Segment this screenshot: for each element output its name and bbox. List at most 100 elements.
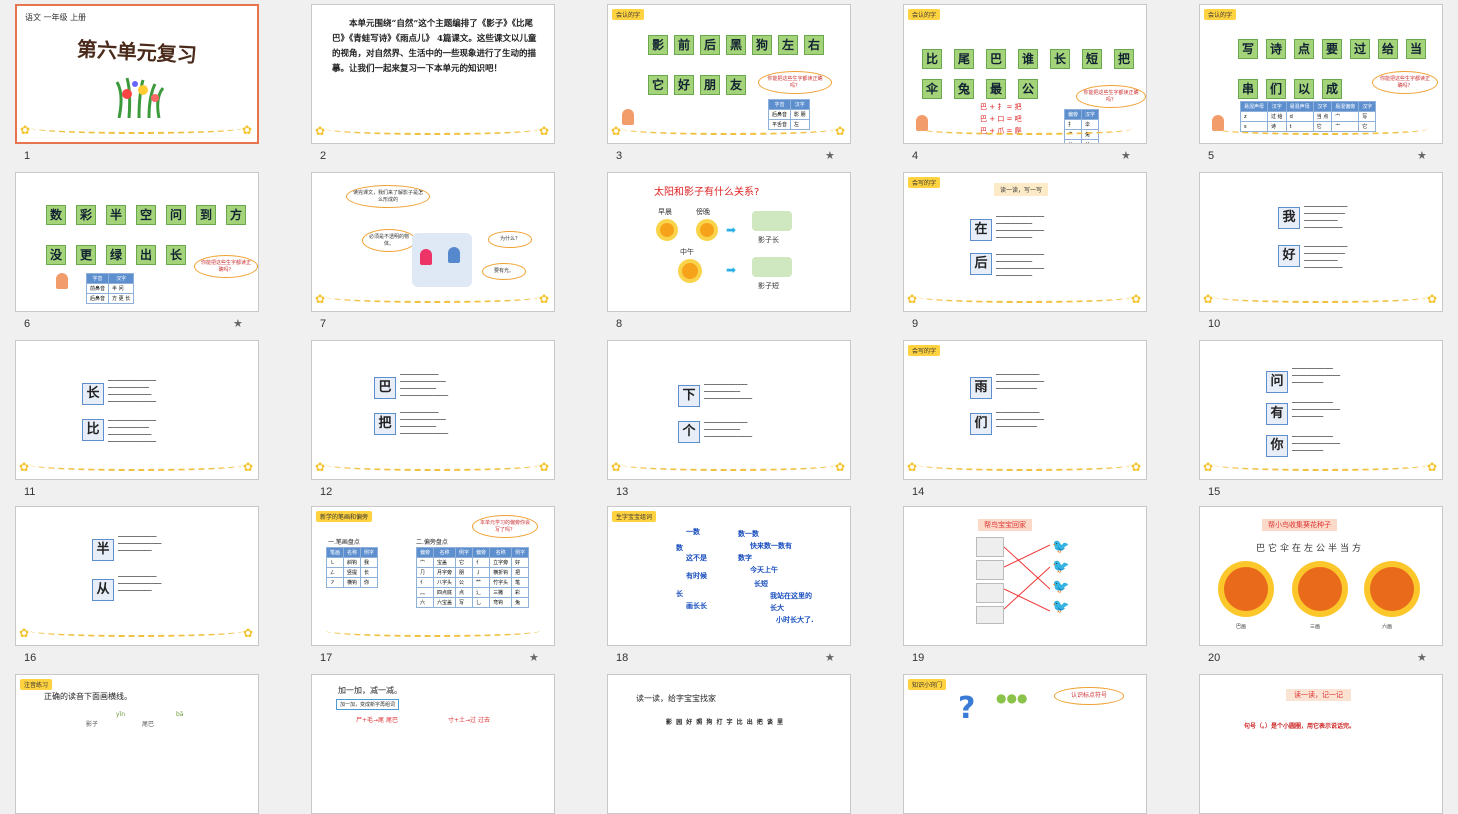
slide-thumbnail-23[interactable]: 读一读，给字宝宝找家 影 园 好 照 狗 打 字 比 出 把 谈 里 [607, 674, 851, 814]
wave-decoration [30, 459, 244, 471]
animation-star-icon[interactable]: ★ [1417, 149, 1427, 162]
slide-thumbnail-6[interactable]: 数 彩 半 空 问 到 方 没 更 绿 出 长 字音 汉字 前鼻音半 问 后鼻音方… [15, 172, 259, 312]
match-left [976, 537, 1004, 624]
slide-thumbnail-24[interactable]: 知识小窍门 ? ●●● 认识标点符号 [903, 674, 1147, 814]
sun-icon [682, 263, 698, 279]
slide-number: 8 [616, 318, 623, 330]
arrow-right-icon: ➡ [726, 223, 737, 237]
slide-thumbnail-9[interactable]: 会写的字 读一读，写一写 在 后 ━━━━━━━━━━━━━━━━━━━━ ━━━… [903, 172, 1147, 312]
slide-thumbnail-18[interactable]: 生字宝宝组词 一数 数一数 快来数一数有 数 数字 这不是 今天上午 有时候 长… [607, 506, 851, 646]
char-tile: 好 [674, 75, 694, 95]
char-notes: ━━━━━━━━━━━━━━━━━━━━━━━━━━━━━━━━━━━━━━━━… [118, 534, 162, 553]
slide-text: 句号（。）是个小圆圈，用它表示说话完。 [1244, 723, 1356, 730]
flower-icon [1203, 460, 1215, 474]
char-notes: ━━━━━━━━━━━━━━━━━━━━━━━━━━━━━━━━━━━━━━━━… [1304, 204, 1348, 230]
slide-thumbnail-7[interactable]: 读完课文，我们来了解影子是怎么形成的 必须是不透明的物体。 为什么？ 要有光。 [311, 172, 555, 312]
pronunciation-table: 字音 汉字 前鼻音半 问 后鼻音方 更 长 [85, 273, 135, 304]
char-tile: 短 [1082, 49, 1102, 69]
char-box: 巴 [374, 377, 396, 399]
slide-thumbnail-11[interactable]: 长 比 ━━━━━━━━━━━━━━━━━━━━ ━━━━━━━━━━━━━━━━… [15, 340, 259, 480]
slide-thumbnail-10[interactable]: 我 好 ━━━━━━━━━━━━━━━━━━ ━━━━━━━━━━━━━━━━━ ━… [1199, 172, 1443, 312]
wave-decoration [326, 291, 540, 303]
sun-icon [700, 223, 714, 237]
slide-text: 正确的读音下面画横线。 [44, 692, 132, 701]
slide-thumbnail-20[interactable]: 帮小鸟收集葵花种子 巴它伞在左公半当方 巴画 三画 六画 [1199, 506, 1443, 646]
char-tile: 给 [1378, 39, 1398, 59]
phrase: 快来数一数有 [750, 542, 792, 550]
wave-decoration [31, 122, 243, 134]
formula: 巴 + 扌 = 把 [980, 103, 1022, 111]
char-tile: 方 [226, 205, 246, 225]
char-tiles-row1: 数 彩 半 空 问 到 方 [46, 205, 246, 225]
slide-tag: 会认的字 [1204, 9, 1237, 20]
slide-cell: 半 从 ━━━━━━━━━━━━━━━━ ━━━━━━━━━━━━━━━━━━ ━━… [0, 502, 296, 670]
child-reading-icon [56, 273, 68, 289]
slide-thumbnail-21[interactable]: 注音练习 正确的读音下面画横线。 yǐn bā 影子 尾巴 [15, 674, 259, 814]
char-tile: 伞 [922, 79, 942, 99]
phrase: 长大 [770, 604, 784, 612]
slide-thumbnail-15[interactable]: 问 有 你 ━━━━━━━━━━━━━━━━━ ━━━━━━━━━━━━━━━━━… [1199, 340, 1443, 480]
slide-number: 19 [912, 652, 925, 664]
wave-decoration [326, 123, 540, 135]
slide-thumbnail-12[interactable]: 巴 把 ━━━━━━━━━━━━━━━━ ━━━━━━━━━━━━━━━━━━━ ━… [311, 340, 555, 480]
slide-thumbnail-13[interactable]: 下 个 ━━━━━━━━━━━━━━━━━━ ━━━━━━━━━━━━━━━ ━━━… [607, 340, 851, 480]
char-tile: 当 [1406, 39, 1426, 59]
slide-thumbnail-17[interactable]: 新学的笔画和偏旁 一.笔画盘点 二.偏旁盘点 本单元学习的偏旁你会写了吗？ 笔画… [311, 506, 555, 646]
flower-icon [611, 124, 623, 138]
slide-number: 17 [320, 652, 333, 664]
flower-icon [19, 460, 31, 474]
thought-bubble: 读完课文，我们来了解影子是怎么形成的 [346, 185, 430, 208]
animation-star-icon[interactable]: ★ [529, 651, 539, 664]
slide-thumbnail-25[interactable]: 读一读，记一记 句号（。）是个小圆圈，用它表示说话完。 [1199, 674, 1443, 814]
sunflower-label: 巴画 [1236, 624, 1247, 630]
slide-thumbnail-22[interactable]: 加一加，减一减。 加一加，变成新字再组词 尸+毛→尾 尾巴 寸+土→过 过去 [311, 674, 555, 814]
animation-star-icon[interactable]: ★ [825, 149, 835, 162]
slide-thumbnail-16[interactable]: 半 从 ━━━━━━━━━━━━━━━━ ━━━━━━━━━━━━━━━━━━ ━━… [15, 506, 259, 646]
phrase-cloud: 一数 数一数 快来数一数有 数 数字 这不是 今天上午 有时候 长短 长 我站在… [608, 507, 848, 645]
char-box: 有 [1266, 403, 1288, 425]
slide-text: 读一读，给字宝宝找家 [636, 694, 716, 703]
slide-cell: 注音练习 正确的读音下面画横线。 yǐn bā 影子 尾巴 [0, 670, 296, 814]
slide-cell: 会写的字 雨 们 ━━━━━━━━━━━━━━━━━━ ━━━━━━━━━━━━━… [888, 336, 1184, 504]
char-box: 在 [970, 219, 992, 241]
flower-icon [835, 460, 847, 474]
slide-thumbnail-8[interactable]: 太阳和影子有什么关系? 早晨 傍晚 中午 ➡ ➡ 影子长 影子短 [607, 172, 851, 312]
char-tile: 空 [136, 205, 156, 225]
sunflower-icon [1224, 567, 1268, 611]
slide-thumbnail-19[interactable]: 帮鸟宝宝回家 🐦 🐦 🐦 🐦 [903, 506, 1147, 646]
animation-star-icon[interactable]: ★ [233, 317, 243, 330]
phrase: 一数 [686, 528, 700, 536]
char-tile: 半 [106, 205, 126, 225]
animation-star-icon[interactable]: ★ [1121, 149, 1131, 162]
slide-thumbnail-4[interactable]: 会认的字 比 尾 巴 谁 长 短 把 伞 兔 最 公 巴 + 扌 = 把 巴 +… [903, 4, 1147, 144]
flower-icon [243, 626, 255, 640]
slide-thumbnail-1[interactable]: 语文 一年级 上册 第六单元复习 [15, 4, 259, 144]
slide-tag: 会写的字 [908, 345, 941, 356]
animation-star-icon[interactable]: ★ [1417, 651, 1427, 664]
slide-cell: 会写的字 读一读，写一写 在 后 ━━━━━━━━━━━━━━━━━━━━ ━━━… [888, 168, 1184, 336]
char-tile: 朋 [700, 75, 720, 95]
char-tiles-row1: 比 尾 巴 谁 长 短 把 [922, 49, 1134, 69]
thought-bubble: 认识标点符号 [1054, 687, 1124, 705]
slide-number: 13 [616, 486, 629, 498]
char-tiles-row2: 它 好 朋 友 [648, 75, 746, 95]
slide-thumbnail-14[interactable]: 会写的字 雨 们 ━━━━━━━━━━━━━━━━━━ ━━━━━━━━━━━━━… [903, 340, 1147, 480]
time-label: 傍晚 [696, 208, 710, 216]
section-label: 二.偏旁盘点 [416, 539, 448, 546]
slide-number: 5 [1208, 150, 1215, 162]
flower-icon [20, 123, 32, 137]
question-mark-icon: ? [958, 691, 976, 726]
slide-title: 读一读，记一记 [1286, 689, 1351, 701]
speech-bubble: 为什么？ [488, 231, 532, 248]
char-tiles-row2: 没 更 绿 出 长 [46, 245, 186, 265]
child-icon [420, 249, 432, 265]
flower-icon [835, 124, 847, 138]
slide-thumbnail-2[interactable]: 本单元围绕“自然”这个主题编排了《影子》《比尾巴》《青蛙写诗》《雨点儿》 4篇课… [311, 4, 555, 144]
wave-decoration [1214, 123, 1428, 135]
phrase: 我站在这里的 [770, 592, 812, 600]
char-tile: 们 [1266, 79, 1286, 99]
animation-star-icon[interactable]: ★ [825, 651, 835, 664]
slide-thumbnail-5[interactable]: 会认的字 写 诗 点 要 过 给 当 串 们 以 成 你能把这些生字都读正确吗？… [1199, 4, 1443, 144]
slide-thumbnail-3[interactable]: 会认的字 影 前 后 黑 狗 左 右 它 好 朋 友 你能把这些生字都读正确吗？… [607, 4, 851, 144]
wave-decoration [326, 459, 540, 471]
